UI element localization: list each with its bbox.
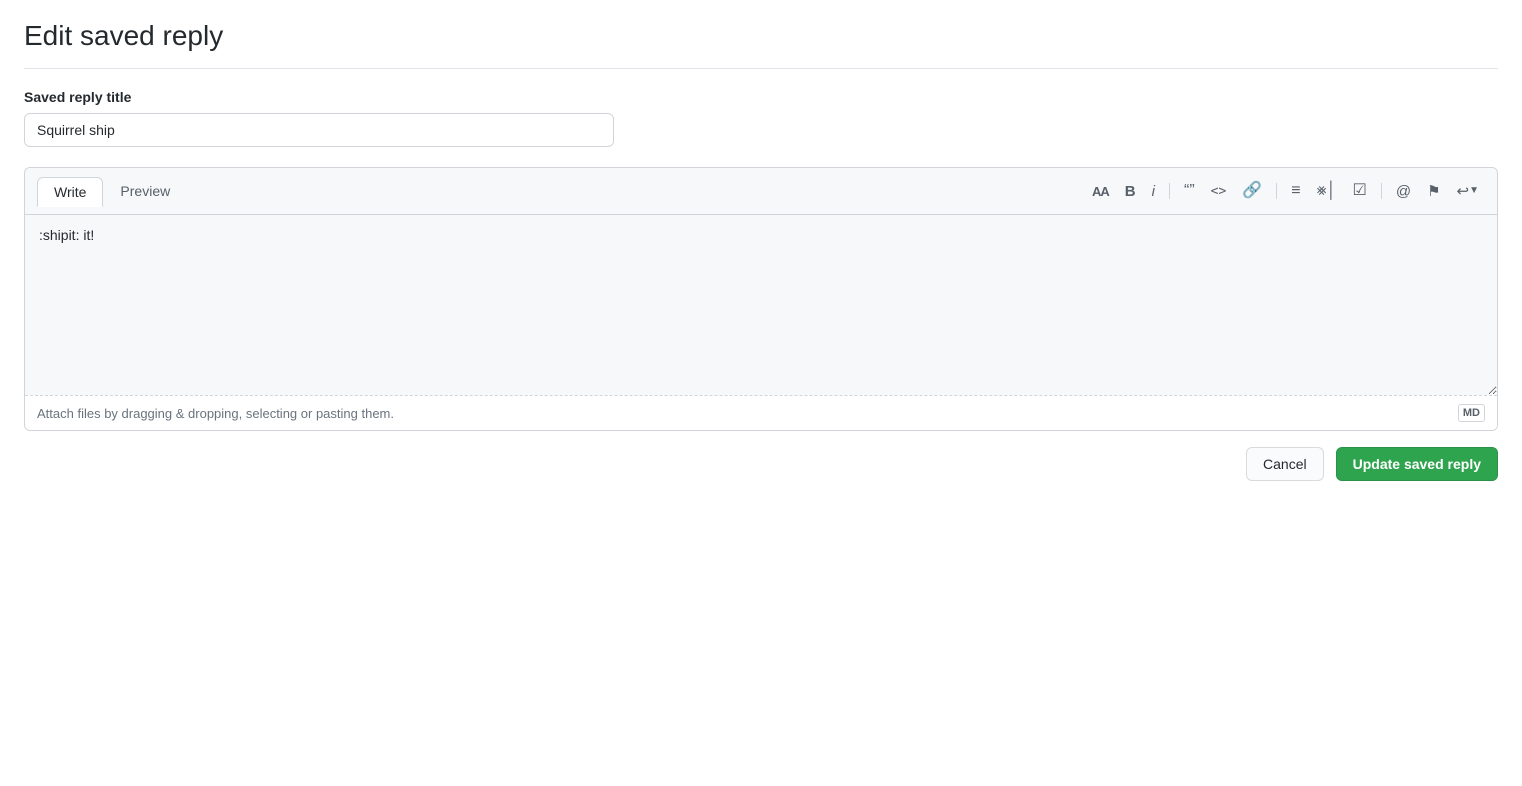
editor-container: Write Preview AA B i “” <> [24, 167, 1498, 431]
at-icon: @ [1396, 184, 1411, 199]
numbered-list-icon: ⨳│ [1317, 183, 1337, 199]
editor-body: :shipit: it! [25, 215, 1497, 395]
toolbar-separator-3 [1381, 183, 1382, 199]
link-icon: 🔗 [1242, 183, 1262, 199]
editor-tabs: Write Preview [37, 176, 187, 206]
bold-icon: B [1125, 184, 1136, 199]
numbered-list-button[interactable]: ⨳│ [1311, 179, 1343, 203]
mention-button[interactable]: @ [1390, 180, 1417, 203]
bookmark-icon: ⚑ [1427, 184, 1440, 199]
quote-button[interactable]: “” [1178, 179, 1201, 203]
edit-form: Saved reply title Write Preview AA B i [24, 89, 1498, 481]
tab-preview[interactable]: Preview [103, 176, 187, 206]
markdown-icon: MD [1458, 404, 1485, 422]
code-icon: <> [1211, 185, 1227, 198]
editor-textarea[interactable]: :shipit: it! [25, 215, 1497, 395]
bullet-list-icon: ≡ [1291, 183, 1300, 199]
title-input[interactable] [24, 113, 614, 147]
cancel-button[interactable]: Cancel [1246, 447, 1324, 481]
editor-footer: Attach files by dragging & dropping, sel… [25, 395, 1497, 430]
page-title: Edit saved reply [24, 20, 1498, 69]
toolbar-separator-1 [1169, 183, 1170, 199]
reply-arrow-icon: ↩ [1457, 184, 1470, 199]
task-list-button[interactable]: ☑ [1346, 179, 1372, 203]
title-label: Saved reply title [24, 89, 1498, 105]
action-buttons: Cancel Update saved reply [24, 447, 1498, 481]
italic-button[interactable]: i [1146, 180, 1161, 203]
italic-icon: i [1152, 184, 1155, 199]
bullet-list-button[interactable]: ≡ [1285, 179, 1306, 203]
aa-icon: AA [1092, 185, 1109, 198]
code-button[interactable]: <> [1205, 181, 1233, 202]
update-button[interactable]: Update saved reply [1336, 447, 1498, 481]
toolbar-separator-2 [1276, 183, 1277, 199]
saved-reply-button[interactable]: ↩ ▼ [1451, 180, 1485, 203]
bold-button[interactable]: B [1119, 180, 1142, 203]
link-button[interactable]: 🔗 [1236, 179, 1268, 203]
attach-hint: Attach files by dragging & dropping, sel… [37, 406, 394, 421]
editor-toolbar: Write Preview AA B i “” <> [25, 168, 1497, 215]
toolbar-icons: AA B i “” <> 🔗 [1086, 179, 1485, 203]
reference-button[interactable]: ⚑ [1421, 180, 1446, 203]
tab-write[interactable]: Write [37, 177, 103, 207]
heading-button[interactable]: AA [1086, 181, 1115, 202]
task-list-icon: ☑ [1352, 183, 1366, 199]
reply-dropdown-arrow: ▼ [1469, 186, 1479, 196]
quote-icon: “” [1184, 183, 1195, 199]
